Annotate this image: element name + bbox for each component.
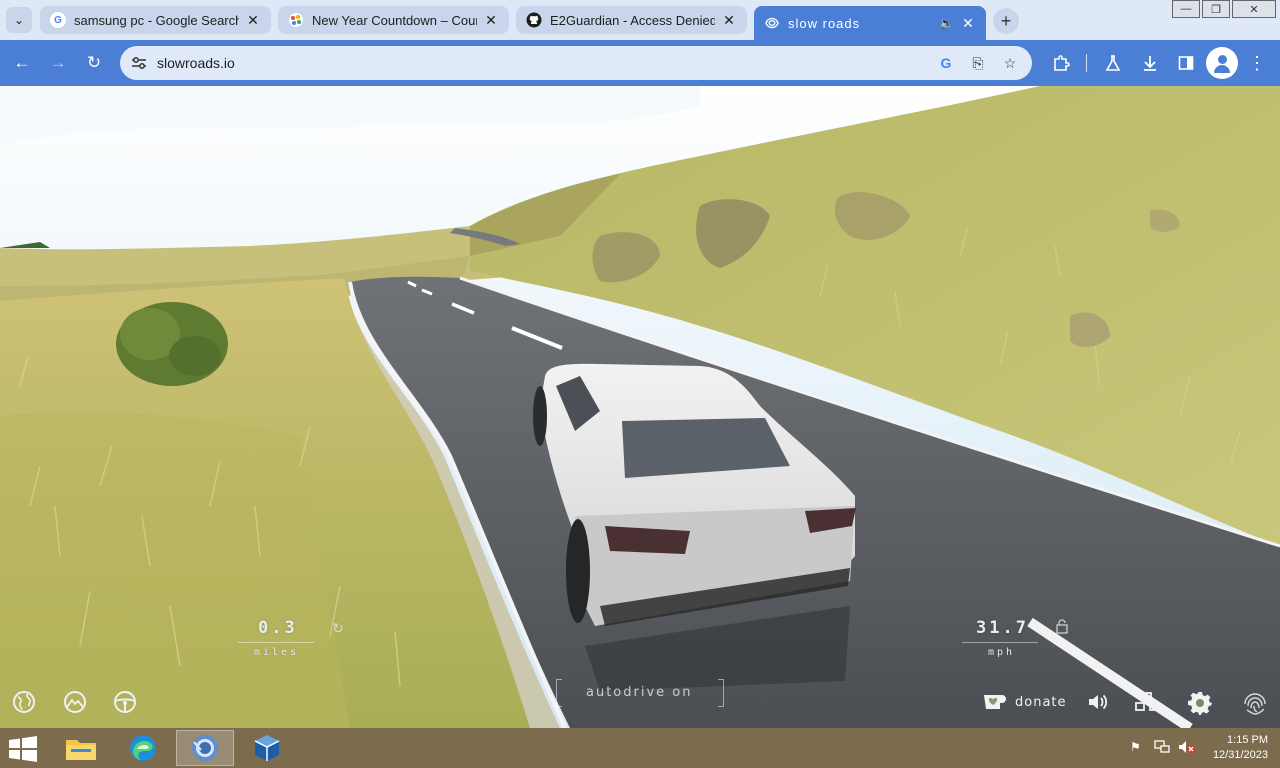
reload-icon: ↻ [86,53,102,72]
window-close-button[interactable]: ✕ [1232,0,1276,18]
slowroads-icon [764,15,780,31]
bush-shadow [169,336,221,376]
file-explorer-icon[interactable] [52,730,110,766]
start-button[interactable] [8,736,38,762]
distance-readout: 0.3 [258,618,298,638]
globe-icon[interactable] [12,690,38,716]
restore-button[interactable]: ❐ [1202,0,1230,18]
side-panel-icon[interactable] [1175,52,1197,74]
toolbar-separator [1086,54,1087,72]
back-button[interactable]: ← [10,51,34,75]
autodrive-bracket-right [718,679,724,707]
tab-e2guardian[interactable]: E2Guardian - Access Denied ✕ [516,6,747,34]
distance-unit: miles [254,647,300,658]
distance-value: 0.3 [258,618,298,638]
grass-shade [0,412,350,728]
tab-title: slow roads [788,15,861,31]
steering-wheel-icon[interactable] [113,690,139,716]
close-icon[interactable]: ✕ [721,12,737,28]
clock-time: 1:15 PM [1227,734,1268,746]
fingerprint-logo-icon[interactable] [1241,690,1269,718]
tab-new-year-countdown[interactable]: New Year Countdown – Count ✕ [278,6,509,34]
extensions-icon[interactable] [1050,52,1072,74]
tab-title: E2Guardian - Access Denied [550,12,715,28]
action-center-flag-icon[interactable]: ⚑ [1130,740,1141,754]
network-icon[interactable] [1154,740,1170,757]
arrow-right-icon: → [49,53,67,72]
speed-readout: 31.7 [976,618,1029,638]
game-scene [0,86,1280,728]
close-icon[interactable]: ✕ [483,12,499,28]
windows-logo-icon [9,736,37,762]
github-icon [526,12,542,28]
game-canvas[interactable]: 0.3 ↻ miles 31.7 mph autodrive on donate [0,86,1280,728]
tab-search-button[interactable]: ⌄ [6,7,32,33]
bookmark-star-icon[interactable]: ☆ [1000,53,1020,73]
car-rear-wheel [566,519,590,623]
arrow-left-icon: ← [13,53,31,72]
volume-icon[interactable] [1087,692,1111,714]
url-text[interactable]: slowroads.io [157,55,235,71]
forward-button[interactable]: → [46,51,70,75]
speaker-icon[interactable]: 🔈 [939,16,954,30]
pinwheel-icon [288,12,304,28]
hud-divider [962,642,1038,643]
system-clock[interactable]: 1:15 PM 12/31/2023 [1213,733,1268,763]
donate-heart-icon[interactable] [982,693,1006,713]
blocks-icon[interactable] [1134,692,1160,714]
settings-gear-icon[interactable] [1188,691,1212,715]
mountain-icon[interactable] [63,690,89,716]
google-lens-icon[interactable]: G [936,53,956,73]
tab-strip: ⌄ G samsung pc - Google Search ✕ New Yea… [0,0,1280,40]
close-icon[interactable]: ✕ [245,12,261,28]
tab-title: samsung pc - Google Search [74,12,239,28]
window-controls: — ❐ ✕ [1170,0,1276,18]
tab-slow-roads[interactable]: slow roads 🔈 ✕ [754,6,986,40]
kebab-menu-icon[interactable]: ⋮ [1246,52,1268,74]
person-icon [1217,55,1227,64]
windows-taskbar: ⚑ 1:15 PM 12/31/2023 [0,728,1280,768]
install-app-icon[interactable]: ⎘ [968,53,988,73]
tab-title: New Year Countdown – Count [312,12,477,28]
plus-icon: + [1000,10,1012,31]
labs-flask-icon[interactable] [1102,52,1124,74]
person-icon-body [1214,65,1230,73]
minimize-button[interactable]: — [1172,0,1200,18]
tab-google-search[interactable]: G samsung pc - Google Search ✕ [40,6,271,34]
lock-icon[interactable] [1056,619,1072,637]
edge-icon[interactable] [114,730,172,766]
close-icon[interactable]: ✕ [960,15,976,31]
clock-date: 12/31/2023 [1212,749,1268,761]
chevron-down-icon: ⌄ [13,13,25,27]
hud-divider [238,642,314,643]
downloads-icon[interactable] [1139,52,1161,74]
chrome-icon[interactable] [176,730,234,766]
autodrive-bracket-left [556,679,562,707]
speed-unit: mph [988,647,1016,658]
site-settings-icon[interactable] [130,54,148,72]
browser-toolbar: ← → ↻ slowroads.io G ⎘ ☆ ⋮ [0,40,1280,86]
profile-avatar[interactable] [1206,47,1238,79]
virtualbox-icon[interactable] [238,730,296,766]
volume-muted-icon[interactable] [1178,740,1196,757]
donate-button[interactable]: donate [1015,695,1067,710]
new-tab-button[interactable]: + [993,8,1019,34]
car-front-wheel [533,386,547,446]
speed-value: 31.7 [976,618,1029,638]
reload-button[interactable]: ↻ [82,51,106,75]
address-bar[interactable]: slowroads.io G ⎘ ☆ [120,46,1032,80]
google-icon: G [50,12,66,28]
autodrive-toggle[interactable]: autodrive on [586,685,692,700]
reset-distance-icon[interactable]: ↻ [330,620,346,636]
